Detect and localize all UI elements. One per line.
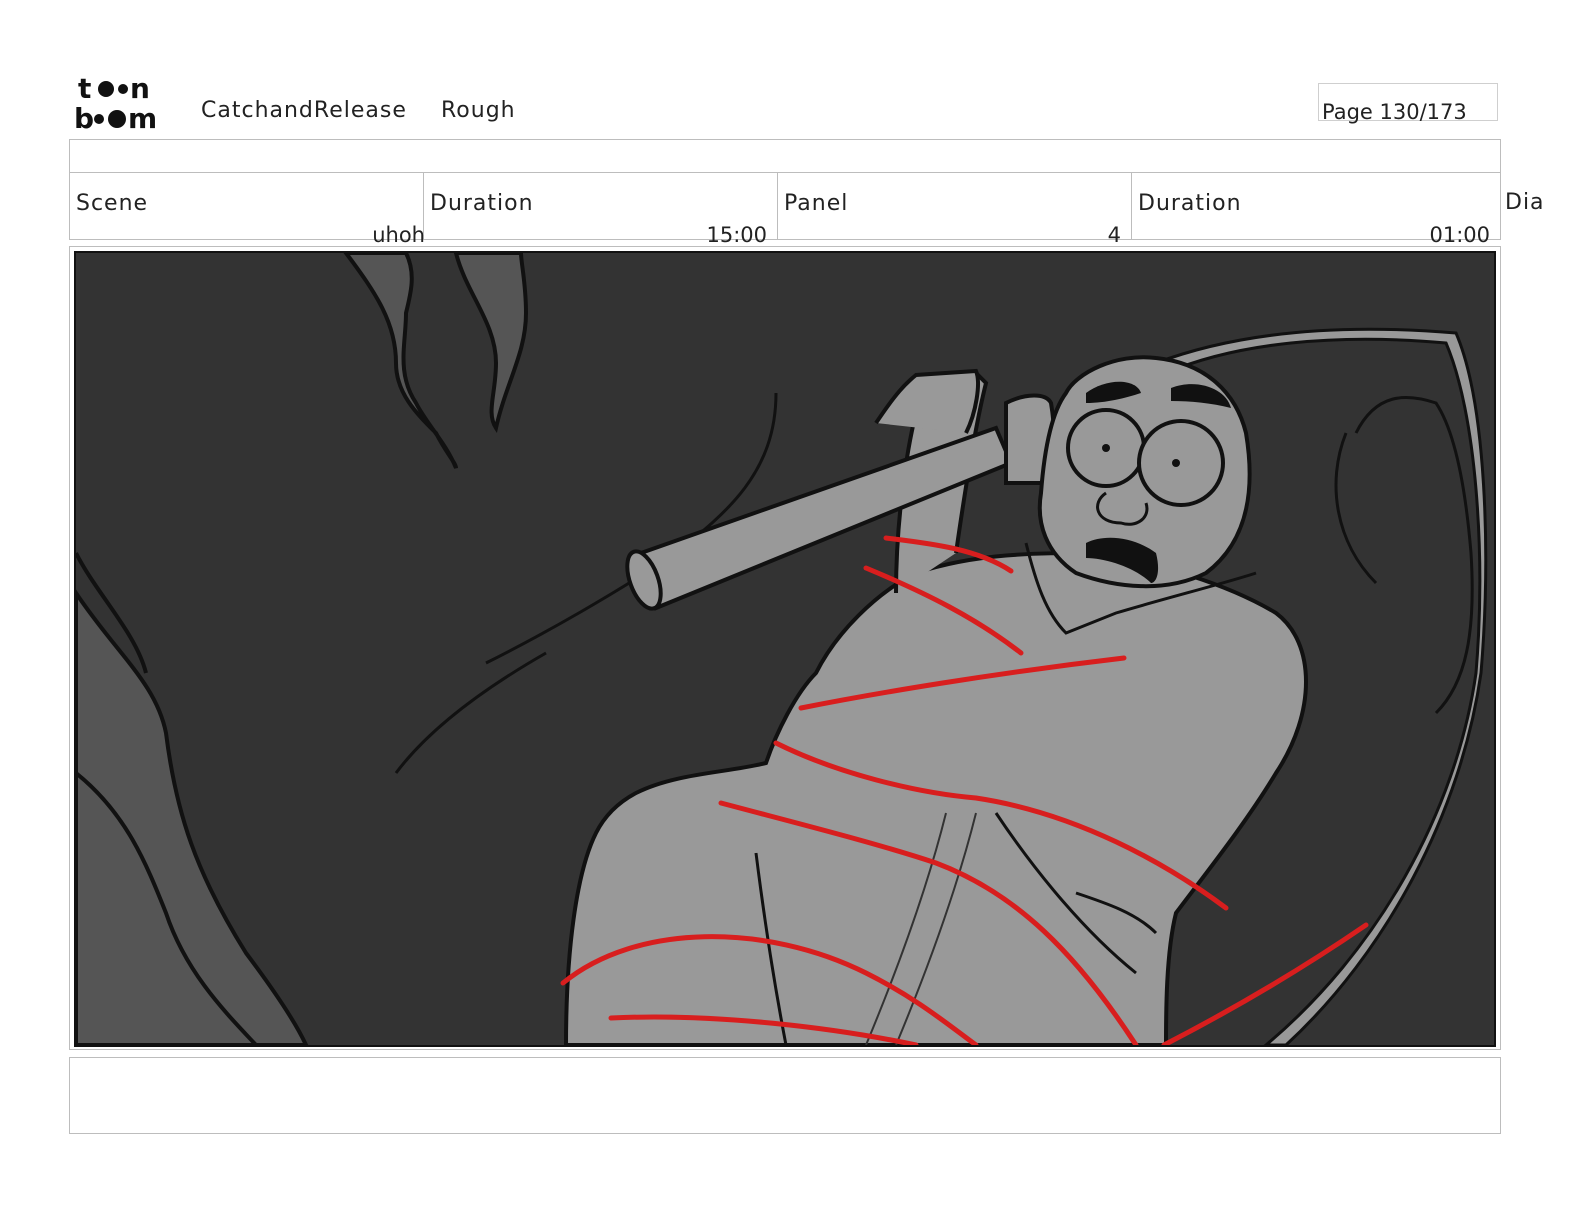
- scene-label: Scene: [76, 191, 149, 216]
- scene-duration-cell: Duration 15:00: [424, 173, 778, 247]
- panel-duration-cell: Duration 01:00: [1132, 173, 1500, 247]
- info-row: Scene uhoh Duration 15:00 Panel 4 Durati…: [69, 172, 1501, 247]
- svg-text:n: n: [130, 72, 150, 105]
- svg-text:b: b: [74, 102, 94, 132]
- dialogue-label: Dia: [1505, 190, 1545, 215]
- svg-text:m: m: [128, 102, 157, 132]
- scene-duration-label: Duration: [430, 191, 534, 216]
- toonboom-logo: t n b m: [74, 72, 157, 132]
- storyboard-panel-image: [74, 251, 1496, 1047]
- scene-cell: Scene uhoh: [70, 173, 425, 247]
- scene-value: uhoh: [372, 223, 425, 247]
- panel-duration-value: 01:00: [1429, 223, 1490, 247]
- caption-strip: [69, 139, 1501, 173]
- page-number: Page 130/173: [1322, 100, 1467, 124]
- scene-duration-value: 15:00: [706, 223, 767, 247]
- stage-label: Rough: [441, 98, 516, 123]
- panel-value: 4: [1107, 223, 1121, 247]
- panel-duration-label: Duration: [1138, 191, 1242, 216]
- panel-cell: Panel 4: [778, 173, 1132, 247]
- project-title: CatchandRelease: [201, 98, 407, 123]
- panel-label: Panel: [784, 191, 849, 216]
- action-notes-box: [69, 1057, 1501, 1134]
- panel-drawing: [76, 253, 1494, 1045]
- svg-text:t: t: [78, 72, 91, 105]
